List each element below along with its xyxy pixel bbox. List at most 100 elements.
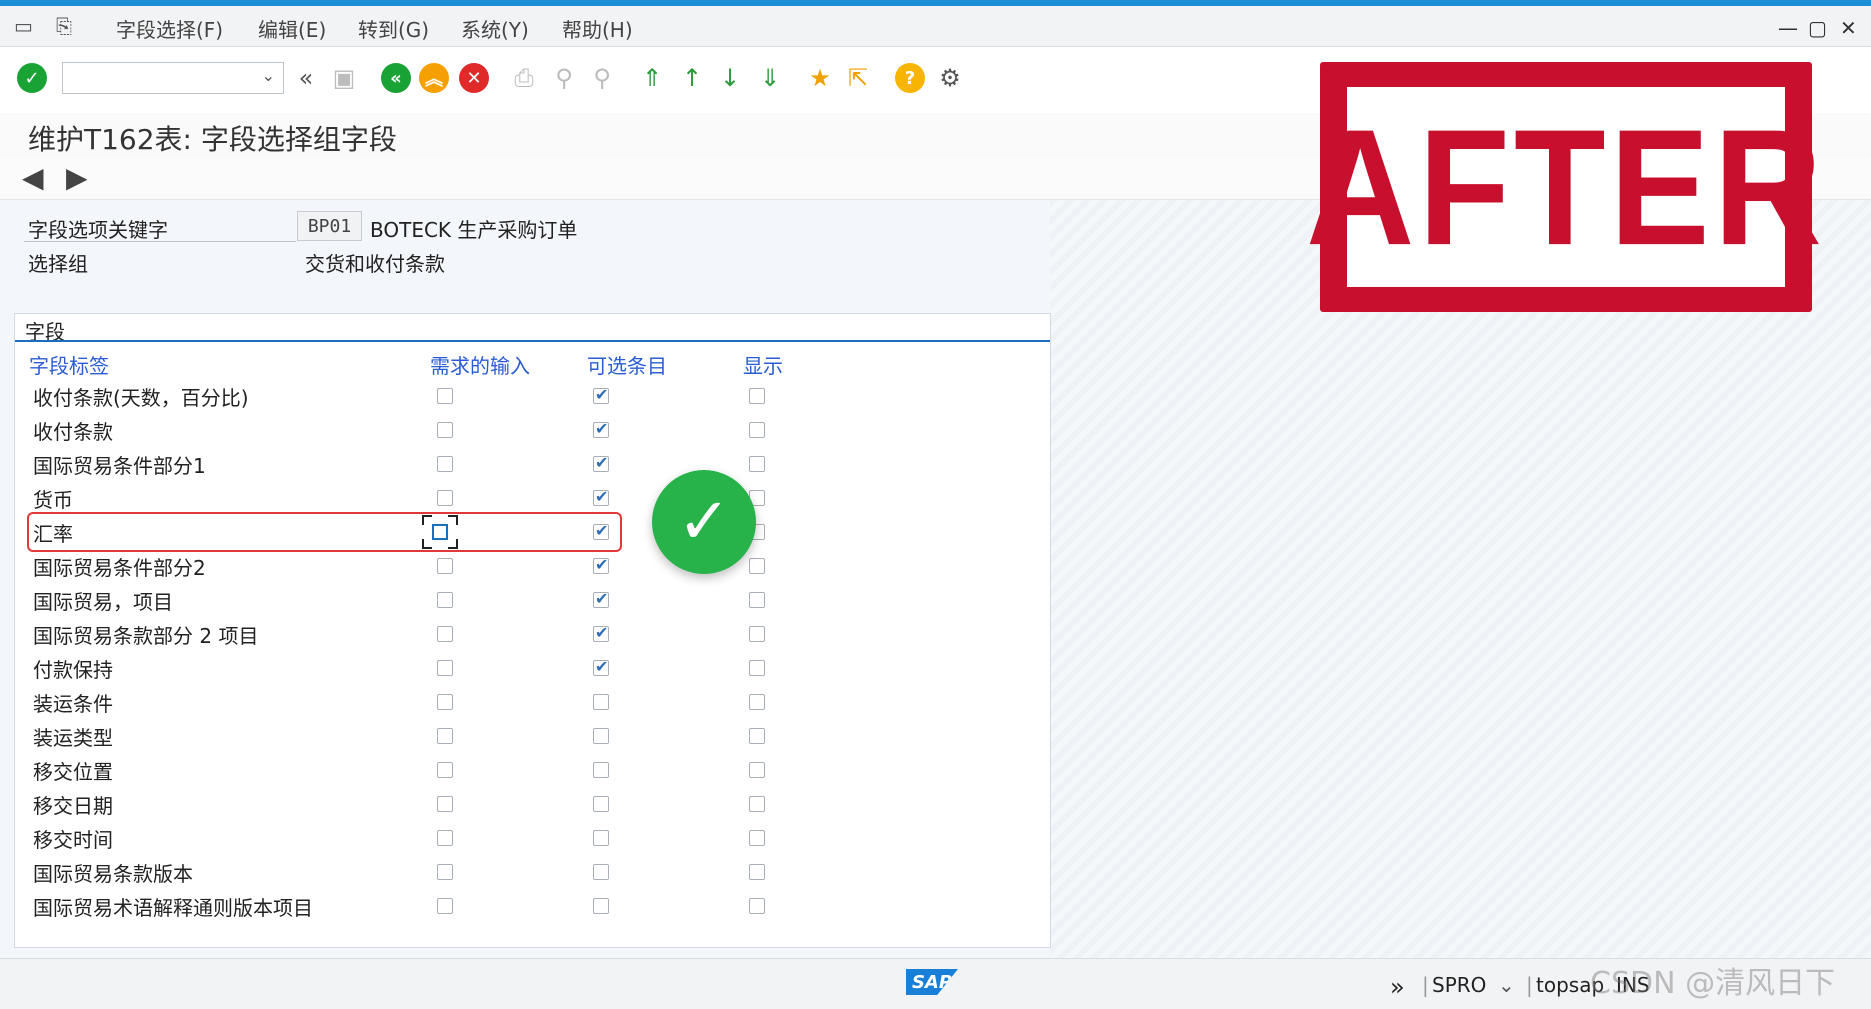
prev-page-icon[interactable]: ↑ <box>676 62 708 94</box>
required-checkbox[interactable] <box>437 490 453 506</box>
optional-checkbox[interactable] <box>593 830 609 846</box>
required-checkbox[interactable] <box>437 762 453 778</box>
display-checkbox[interactable] <box>749 864 765 880</box>
group-value: 交货和收付条款 <box>305 252 445 276</box>
table-row-label: 收付条款 <box>33 420 113 444</box>
back-green-icon[interactable]: « <box>380 62 412 94</box>
layout-icon[interactable]: ⎘ <box>56 14 72 38</box>
optional-checkbox[interactable] <box>593 385 609 404</box>
menu-item-system[interactable]: 系统(Y) <box>461 14 529 43</box>
key-value-field[interactable]: BP01 <box>297 211 362 241</box>
table-row-label: 货币 <box>33 488 73 512</box>
menu-bar: ▭ ⎘ 字段选择(F) 编辑(E) 转到(G) 系统(Y) 帮助(H) — ▢ … <box>0 6 1871 47</box>
display-checkbox[interactable] <box>749 762 765 778</box>
expand-status-icon[interactable]: » <box>1390 973 1405 1001</box>
display-checkbox[interactable] <box>749 592 765 608</box>
stamp-text: AFTER <box>1306 94 1826 279</box>
optional-checkbox[interactable] <box>593 694 609 710</box>
table-row-label: 移交日期 <box>33 794 113 818</box>
optional-checkbox[interactable] <box>593 864 609 880</box>
required-checkbox[interactable] <box>437 558 453 574</box>
display-checkbox[interactable] <box>749 388 765 404</box>
optional-checkbox[interactable] <box>593 796 609 812</box>
display-checkbox[interactable] <box>749 660 765 676</box>
help-icon[interactable]: ? <box>894 62 926 94</box>
required-checkbox[interactable] <box>437 864 453 880</box>
shortcut-icon[interactable]: ⇱ <box>842 62 874 94</box>
required-checkbox[interactable] <box>437 796 453 812</box>
display-checkbox[interactable] <box>749 898 765 914</box>
create-session-icon[interactable]: ★ <box>804 62 836 94</box>
column-header-optional[interactable]: 可选条目 <box>587 350 667 379</box>
optional-checkbox[interactable] <box>593 657 609 676</box>
settings-icon[interactable]: ⚙ <box>934 62 966 94</box>
display-checkbox[interactable] <box>749 830 765 846</box>
display-checkbox[interactable] <box>749 694 765 710</box>
column-header-display[interactable]: 显示 <box>743 350 783 379</box>
page-title: 维护T162表: 字段选择组字段 <box>28 123 397 156</box>
required-checkbox[interactable] <box>437 422 453 438</box>
table-row-label: 国际贸易，项目 <box>33 590 173 614</box>
menu-item-help[interactable]: 帮助(H) <box>562 14 633 43</box>
required-checkbox[interactable] <box>437 388 453 404</box>
enter-icon[interactable]: ✓ <box>16 62 48 94</box>
optional-checkbox[interactable] <box>593 623 609 642</box>
table-row-label: 国际贸易术语解释通则版本项目 <box>33 896 313 920</box>
save-icon[interactable]: ▣ <box>328 62 360 94</box>
menu-item-edit[interactable]: 编辑(E) <box>258 14 326 43</box>
cancel-icon[interactable]: ✕ <box>458 62 490 94</box>
key-description: BOTECK 生产采购订单 <box>370 218 578 242</box>
back-icon[interactable]: « <box>290 62 322 94</box>
display-checkbox[interactable] <box>749 796 765 812</box>
chevron-down-icon[interactable]: ⌄ <box>262 66 275 85</box>
separator: | <box>1526 973 1533 997</box>
display-checkbox[interactable] <box>749 422 765 438</box>
required-checkbox[interactable] <box>437 660 453 676</box>
optional-checkbox[interactable] <box>593 419 609 438</box>
optional-checkbox[interactable] <box>593 728 609 744</box>
fields-group: 字段 字段标签 需求的输入 可选条目 显示 收付条款(天数，百分比)收付条款国际… <box>14 313 1051 948</box>
menu-item-goto[interactable]: 转到(G) <box>358 14 429 43</box>
find-icon[interactable]: ⚲ <box>548 62 580 94</box>
table-row-label: 移交位置 <box>33 760 113 784</box>
optional-checkbox[interactable] <box>593 898 609 914</box>
optional-checkbox[interactable] <box>593 453 609 472</box>
table-row-label: 国际贸易条款部分 2 项目 <box>33 624 259 648</box>
display-checkbox[interactable] <box>749 456 765 472</box>
required-checkbox[interactable] <box>437 728 453 744</box>
print-icon[interactable]: ⎙ <box>508 62 540 94</box>
column-header-required[interactable]: 需求的输入 <box>430 350 530 379</box>
optional-checkbox[interactable] <box>593 589 609 608</box>
focused-required-checkbox[interactable] <box>422 515 458 549</box>
required-checkbox[interactable] <box>437 592 453 608</box>
last-page-icon[interactable]: ⇓ <box>754 62 786 94</box>
display-checkbox[interactable] <box>749 626 765 642</box>
optional-checkbox[interactable] <box>593 555 609 574</box>
next-page-icon[interactable]: ↓ <box>714 62 746 94</box>
maximize-icon[interactable]: ▢ <box>1808 16 1827 40</box>
table-row-label: 国际贸易条件部分1 <box>33 454 206 478</box>
command-field[interactable]: ⌄ <box>62 62 284 94</box>
next-arrow-icon[interactable]: ▶ <box>66 161 88 194</box>
after-stamp: AFTER <box>1306 62 1822 312</box>
menu-item-field-selection[interactable]: 字段选择(F) <box>116 14 223 43</box>
optional-checkbox[interactable] <box>593 762 609 778</box>
display-checkbox[interactable] <box>749 728 765 744</box>
success-check-icon: ✓ <box>652 470 756 574</box>
required-checkbox[interactable] <box>437 830 453 846</box>
required-checkbox[interactable] <box>437 456 453 472</box>
required-checkbox[interactable] <box>437 898 453 914</box>
previous-arrow-icon[interactable]: ◀ <box>22 161 44 194</box>
exit-icon[interactable]: ︽ <box>418 62 450 94</box>
optional-checkbox[interactable] <box>593 487 609 506</box>
find-next-icon[interactable]: ⚲ <box>586 62 618 94</box>
column-header-field-label[interactable]: 字段标签 <box>29 350 109 379</box>
chevron-down-icon[interactable]: ⌄ <box>1498 973 1515 997</box>
menu-toggle-icon[interactable]: ▭ <box>14 14 33 38</box>
close-icon[interactable]: ✕ <box>1840 16 1857 40</box>
minimize-icon[interactable]: — <box>1778 16 1798 40</box>
display-checkbox[interactable] <box>749 558 765 574</box>
required-checkbox[interactable] <box>437 694 453 710</box>
first-page-icon[interactable]: ⇑ <box>636 62 668 94</box>
required-checkbox[interactable] <box>437 626 453 642</box>
